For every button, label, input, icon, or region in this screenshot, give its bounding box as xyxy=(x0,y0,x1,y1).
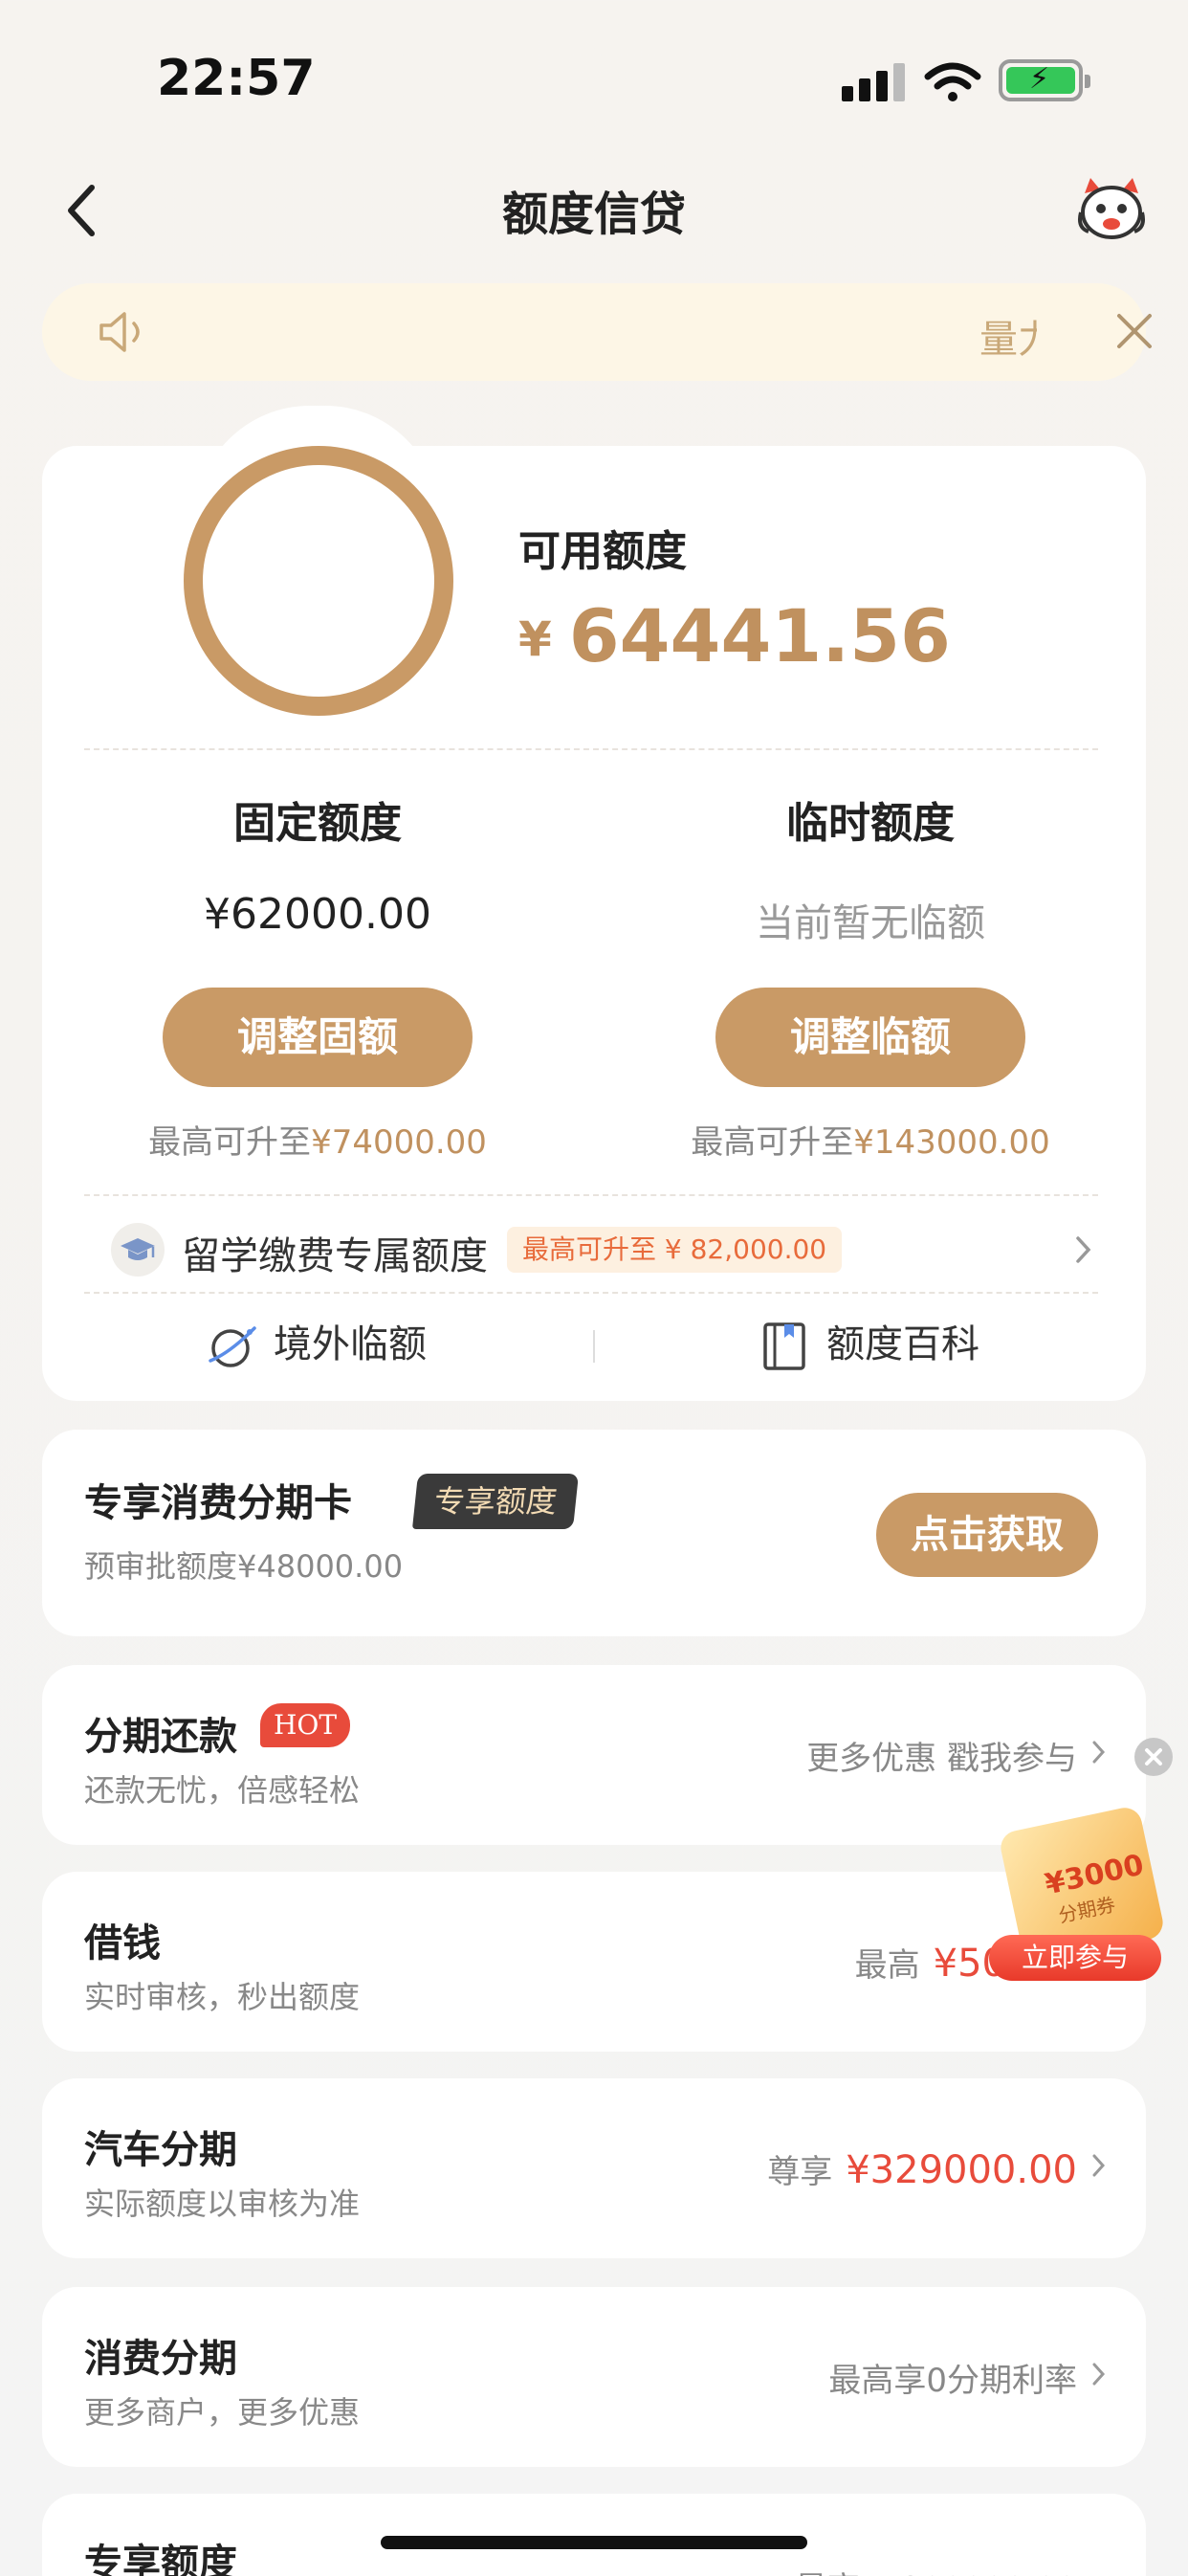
consumer-installment-card[interactable]: 消费分期 更多商户，更多优惠 最高享0分期利率 xyxy=(42,2287,1146,2467)
adjust-fixed-button[interactable]: 调整固额 xyxy=(163,988,473,1087)
service-subtitle: 实时审核，秒出额度 xyxy=(84,1979,361,2015)
chevron-right-icon xyxy=(1092,2363,1106,2386)
join-now-button[interactable]: 立即参与 xyxy=(989,1935,1161,1981)
get-now-button[interactable]: 点击获取 xyxy=(876,1493,1098,1577)
vertical-divider xyxy=(593,1330,595,1363)
battery-icon: ⚡ xyxy=(999,59,1090,101)
adjust-temp-button[interactable]: 调整临额 xyxy=(715,988,1025,1087)
divider xyxy=(84,1194,1098,1196)
service-title: 分期还款 xyxy=(84,1715,237,1759)
close-icon xyxy=(1145,1748,1162,1765)
promo-coupon-widget[interactable]: ¥3000 分期券 立即参与 xyxy=(966,1799,1188,1981)
service-title: 消费分期 xyxy=(84,2337,237,2381)
speaker-icon xyxy=(99,312,140,352)
home-indicator xyxy=(381,2536,807,2549)
service-right-amount: ¥329000.00 xyxy=(846,2148,1077,2192)
hot-badge: HOT xyxy=(260,1703,351,1747)
close-icon[interactable] xyxy=(1111,308,1157,354)
fixed-credit-value: ¥62000.00 xyxy=(204,890,431,939)
credit-ring-chart xyxy=(184,446,453,716)
book-icon xyxy=(763,1322,805,1370)
temp-max-prefix: 最高可升至 xyxy=(691,1123,854,1162)
exclusive-card-title: 专享消费分期卡 xyxy=(84,1481,352,1525)
car-installment-card[interactable]: 汽车分期 实际额度以审核为准 尊享 ¥329000.00 xyxy=(42,2078,1146,2258)
divider xyxy=(84,1292,1098,1294)
fixed-max-prefix: 最高可升至 xyxy=(148,1123,312,1162)
notice-bar[interactable]: 量力 xyxy=(42,283,1152,381)
planet-icon xyxy=(209,1326,256,1367)
page-title: 额度信贷 xyxy=(501,188,686,241)
divider xyxy=(84,748,1098,750)
temp-credit-title: 临时额度 xyxy=(786,799,955,848)
notice-text: 量力 xyxy=(979,318,1037,362)
temp-max-amount: ¥143000.00 xyxy=(853,1123,1050,1162)
temp-credit-value: 当前暂无临额 xyxy=(756,901,985,945)
chevron-right-icon xyxy=(1092,2154,1106,2177)
service-subtitle: 更多商户，更多优惠 xyxy=(84,2394,361,2431)
service-right-text: 最高 ¥ 200000.00 xyxy=(795,2563,1077,2576)
chevron-right-icon xyxy=(1092,1741,1106,1764)
available-credit-amount: ¥64441.56 xyxy=(518,593,951,678)
temp-max-line: 最高可升至¥143000.00 xyxy=(583,1116,1157,1163)
cellular-signal-icon xyxy=(842,63,905,101)
status-time: 22:57 xyxy=(157,50,316,107)
available-amount-value: 64441.56 xyxy=(568,593,951,678)
exclusive-credit-card[interactable]: 专享额度 最高 ¥ 200000.00 xyxy=(42,2494,1146,2576)
exclusive-tag: 专享额度 xyxy=(411,1474,580,1529)
service-right-label: 最高 xyxy=(854,1946,920,1985)
service-subtitle: 实际额度以审核为准 xyxy=(84,2186,361,2222)
currency-symbol: ¥ xyxy=(518,611,552,667)
graduation-cap-icon xyxy=(111,1223,165,1277)
service-right-label: 尊享 xyxy=(767,2153,833,2191)
fixed-credit-title: 固定额度 xyxy=(233,799,402,848)
exclusive-installment-card[interactable]: 专享消费分期卡 专享额度 预审批额度¥48000.00 点击获取 xyxy=(42,1430,1146,1636)
study-abroad-label: 留学缴费专属额度 xyxy=(182,1234,488,1278)
service-subtitle: 还款无忧，倍感轻松 xyxy=(84,1772,361,1809)
available-credit-label: 可用额度 xyxy=(518,527,687,576)
fixed-max-amount: ¥74000.00 xyxy=(311,1123,487,1162)
promo-close-button[interactable] xyxy=(1134,1738,1173,1776)
service-right-text: 最高享0分期利率 xyxy=(828,2362,1077,2400)
preapproved-amount: 预审批额度¥48000.00 xyxy=(84,1548,404,1585)
service-right-text: 尊享 ¥329000.00 xyxy=(767,2145,1077,2192)
wifi-icon xyxy=(924,62,981,101)
credit-wiki-link[interactable]: 额度百科 xyxy=(826,1313,979,1368)
study-abroad-tag: 最高可升至 ¥ 82,000.00 xyxy=(507,1227,843,1273)
chevron-right-icon xyxy=(1076,1236,1091,1263)
overseas-temp-link[interactable]: 境外临额 xyxy=(274,1313,427,1368)
service-title: 借钱 xyxy=(84,1921,161,1965)
study-abroad-row[interactable]: 留学缴费专属额度 最高可升至 ¥ 82,000.00 xyxy=(42,1213,1146,1290)
service-title: 专享额度 xyxy=(84,2542,237,2576)
mascot-service-icon[interactable] xyxy=(1075,174,1148,241)
service-right-text: 更多优惠 戳我参与 xyxy=(806,1740,1077,1778)
service-title: 汽车分期 xyxy=(84,2128,237,2172)
fixed-max-line: 最高可升至¥74000.00 xyxy=(31,1116,605,1163)
